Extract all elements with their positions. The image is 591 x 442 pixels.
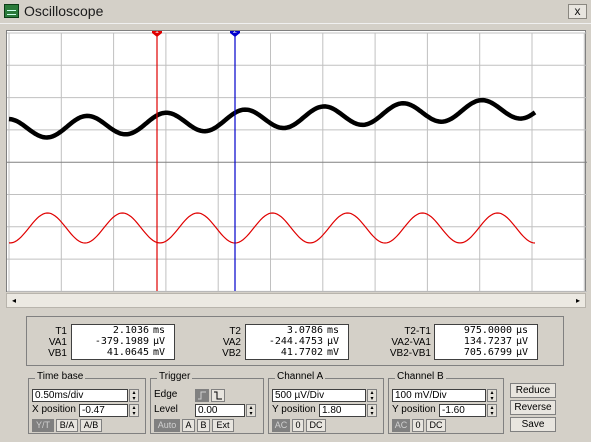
vb2-vb1-label: VB2-VB1 xyxy=(389,348,431,359)
channel-a-dc-button[interactable]: DC xyxy=(306,419,326,432)
trigger-auto-button[interactable]: Auto xyxy=(154,419,180,432)
cursor-2[interactable]: 2 xyxy=(230,31,240,291)
save-button[interactable]: Save xyxy=(510,417,556,432)
scroll-right-button[interactable]: ▸ xyxy=(571,294,585,307)
trigger-level-spinner[interactable]: ▴ ▾ xyxy=(246,404,256,417)
channel-a-ypos-field[interactable]: 1.80 xyxy=(319,404,366,417)
vb1-label: VB1 xyxy=(48,348,67,359)
yt-mode-button[interactable]: Y/T xyxy=(32,419,54,432)
horizontal-scrollbar[interactable]: ◂ ▸ xyxy=(6,293,586,308)
close-button[interactable]: x xyxy=(568,4,587,19)
channel-a-ypos-spinner[interactable]: ▴ ▾ xyxy=(367,404,377,417)
vb1-unit: mV xyxy=(153,347,166,358)
vb2-vb1-unit: µV xyxy=(516,347,529,358)
trigger-title: Trigger xyxy=(157,371,193,382)
vb2-unit: mV xyxy=(327,347,340,358)
cursor-2-label: 2 xyxy=(233,31,237,35)
va2-value: -244.4753 xyxy=(268,336,323,347)
channel-a-zero-button[interactable]: 0 xyxy=(292,419,304,432)
channel-a-scale-spinner[interactable]: ▴ ▾ xyxy=(367,389,377,402)
vb2-vb1-value: 705.6799 xyxy=(463,347,512,358)
channel-b-zero-button[interactable]: 0 xyxy=(412,419,424,432)
t2-t1-unit: µs xyxy=(516,325,529,336)
t2-unit: ms xyxy=(327,325,340,336)
channel-a-group: Channel A 500 µV/Div ▴ ▾ Y position 1.80 … xyxy=(268,371,384,434)
trigger-level-field[interactable]: 0.00 xyxy=(195,404,245,417)
t1-unit: ms xyxy=(153,325,166,336)
channel-b-trace xyxy=(9,212,536,244)
timebase-scale-spinner[interactable]: ▴ ▾ xyxy=(129,389,139,402)
trigger-b-button[interactable]: B xyxy=(197,419,210,432)
vb1-value: 41.0645 xyxy=(106,347,149,358)
ba-mode-button[interactable]: B/A xyxy=(56,419,78,432)
channel-b-title: Channel B xyxy=(395,371,446,382)
scroll-left-button[interactable]: ◂ xyxy=(7,294,21,307)
channel-b-scale-spinner[interactable]: ▴ ▾ xyxy=(487,389,497,402)
va1-value: -379.1989 xyxy=(94,336,149,347)
channel-a-title: Channel A xyxy=(275,371,326,382)
trigger-group: Trigger Edge Level 0.00 ▴ ▾ Auto A B Ext xyxy=(150,371,264,434)
title-bar: Oscilloscope x xyxy=(0,0,591,24)
timebase-xpos-label: X position xyxy=(32,404,76,415)
t2-t1-value: 975.0000 xyxy=(463,325,512,336)
trigger-ext-button[interactable]: Ext xyxy=(212,419,234,432)
cursor-1[interactable]: 1 xyxy=(152,31,162,291)
channel-b-ac-button[interactable]: AC xyxy=(392,419,410,432)
delta-readout-box: 975.0000 µs 134.7237 µV 705.6799 µV xyxy=(434,324,538,360)
window-title: Oscilloscope xyxy=(24,3,104,19)
va2-va1-value: 134.7237 xyxy=(463,336,512,347)
timebase-group: Time base 0.50ms/div ▴ ▾ X position -0.47… xyxy=(28,371,146,434)
cursor-readout-panel: T1 VA1 VB1 2.1036 ms -379.1989 µV 41.0645 m… xyxy=(26,316,564,366)
t1-value: 2.1036 xyxy=(112,325,149,336)
scope-screen: 1 2 xyxy=(7,31,587,292)
trigger-a-button[interactable]: A xyxy=(182,419,195,432)
t2-readout-box: 3.0786 ms -244.4753 µV 41.7702 mV xyxy=(245,324,349,360)
trigger-edge-label: Edge xyxy=(154,389,178,400)
reverse-button[interactable]: Reverse xyxy=(510,400,556,415)
va2-va1-unit: µV xyxy=(516,336,529,347)
vb2-label: VB2 xyxy=(222,348,241,359)
scope-grid xyxy=(7,32,587,292)
falling-edge-icon[interactable] xyxy=(211,389,225,402)
oscilloscope-app-icon xyxy=(4,4,19,18)
timebase-xpos-spinner[interactable]: ▴ ▾ xyxy=(129,404,139,417)
rising-edge-glyph xyxy=(198,391,206,400)
scope-display[interactable]: 1 2 xyxy=(6,30,587,292)
cursor-1-label: 1 xyxy=(155,31,159,35)
reduce-button[interactable]: Reduce xyxy=(510,383,556,398)
timebase-title: Time base xyxy=(35,371,86,382)
channel-b-group: Channel B 100 mV/Div ▴ ▾ Y position -1.60… xyxy=(388,371,504,434)
channel-b-ypos-label: Y position xyxy=(392,404,436,415)
va2-unit: µV xyxy=(327,336,340,347)
rising-edge-icon[interactable] xyxy=(195,389,209,402)
t2-value: 3.0786 xyxy=(286,325,323,336)
trigger-level-label: Level xyxy=(154,404,178,415)
channel-b-scale-field[interactable]: 100 mV/Div xyxy=(392,389,486,402)
timebase-scale-field[interactable]: 0.50ms/div xyxy=(32,389,128,402)
ab-mode-button[interactable]: A/B xyxy=(80,419,102,432)
vb2-value: 41.7702 xyxy=(280,347,323,358)
channel-a-scale-field[interactable]: 500 µV/Div xyxy=(272,389,366,402)
va1-unit: µV xyxy=(153,336,166,347)
channel-b-ypos-spinner[interactable]: ▴ ▾ xyxy=(487,404,497,417)
channel-a-ac-button[interactable]: AC xyxy=(272,419,290,432)
channel-a-trace xyxy=(8,97,537,140)
channel-a-ypos-label: Y position xyxy=(272,404,316,415)
channel-b-dc-button[interactable]: DC xyxy=(426,419,446,432)
t1-readout-box: 2.1036 ms -379.1989 µV 41.0645 mV xyxy=(71,324,175,360)
falling-edge-glyph xyxy=(214,391,222,400)
channel-b-ypos-field[interactable]: -1.60 xyxy=(439,404,486,417)
timebase-xpos-field[interactable]: -0.47 xyxy=(79,404,128,417)
